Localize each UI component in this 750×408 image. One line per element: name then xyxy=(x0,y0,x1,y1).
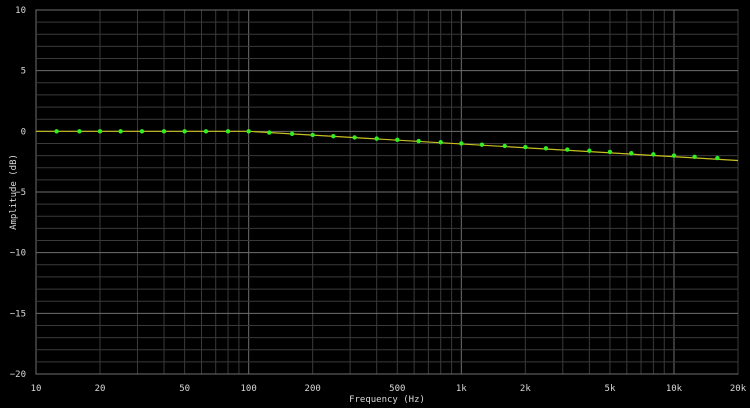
data-point xyxy=(671,153,677,158)
data-point xyxy=(267,130,272,135)
x-tick-label: 1k xyxy=(456,384,467,394)
frequency-response-chart: 10 20 50 100 200 500 1k 2k 5k 10k 20k 1050−5−10−15… xyxy=(9,6,747,405)
data-point xyxy=(289,131,295,136)
data-point xyxy=(139,129,145,134)
data-point xyxy=(502,143,507,149)
x-tick-label: 20 xyxy=(95,384,106,394)
x-tick-label: 500 xyxy=(389,384,405,394)
y-tick-label: −20 xyxy=(10,370,26,380)
data-point xyxy=(416,138,421,144)
data-point xyxy=(715,155,720,161)
x-tick-label: 100 xyxy=(241,384,257,394)
x-tick-label: 2k xyxy=(520,384,531,394)
y-tick-label: −10 xyxy=(10,249,26,259)
x-axis-label: Frequency (Hz) xyxy=(349,395,425,405)
data-point xyxy=(310,132,315,138)
y-tick-label: 0 xyxy=(21,127,26,137)
data-point xyxy=(225,129,231,134)
data-point xyxy=(352,135,357,140)
data-point xyxy=(459,141,464,146)
data-point xyxy=(607,149,613,155)
data-point xyxy=(692,154,697,160)
x-tick-label: 5k xyxy=(605,384,616,394)
x-tick-label: 10 xyxy=(31,384,42,394)
data-point xyxy=(182,129,187,134)
data-point xyxy=(54,129,59,134)
data-point xyxy=(629,150,634,156)
data-point xyxy=(587,148,592,153)
data-point xyxy=(565,147,570,152)
x-tick-label: 10k xyxy=(666,384,683,394)
data-point xyxy=(161,129,167,134)
data-point xyxy=(77,129,82,134)
data-point xyxy=(651,152,656,157)
y-tick-label: 10 xyxy=(15,6,26,16)
data-point xyxy=(374,136,379,141)
y-tick-label: 5 xyxy=(21,67,26,77)
data-point xyxy=(118,129,123,134)
data-point xyxy=(438,140,443,145)
data-point xyxy=(543,146,549,151)
x-tick-label: 200 xyxy=(305,384,321,394)
data-point xyxy=(246,129,251,134)
data-point xyxy=(97,129,103,134)
x-tick-labels: 10 20 50 100 200 500 1k 2k 5k 10k 20k xyxy=(31,384,747,394)
data-point xyxy=(395,137,400,143)
y-tick-label: −15 xyxy=(10,309,26,319)
x-tick-label: 20k xyxy=(730,384,747,394)
x-tick-label: 50 xyxy=(179,384,190,394)
data-point xyxy=(331,133,336,139)
y-axis-label: Amplitude (dB) xyxy=(9,154,19,230)
data-point xyxy=(479,142,485,147)
data-point xyxy=(523,144,528,150)
data-point xyxy=(203,129,209,134)
